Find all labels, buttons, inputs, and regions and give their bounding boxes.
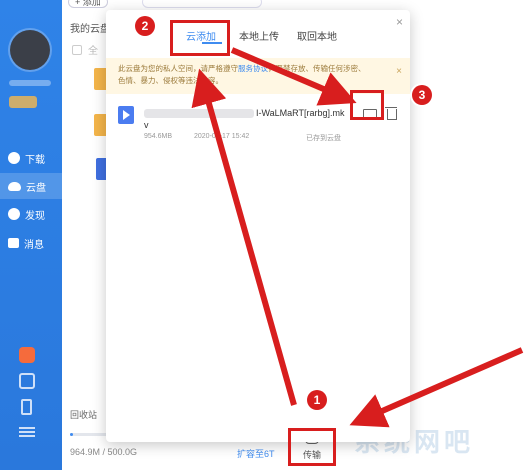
step-badge-3: 3	[412, 85, 432, 105]
highlight-cloud-add-tab	[170, 20, 230, 56]
highlight-transfer-button	[288, 428, 336, 466]
step-badge-1: 1	[307, 390, 327, 410]
arrow-to-folder-button	[230, 47, 357, 106]
highlight-folder-button	[350, 90, 384, 120]
arrow-to-transfer-button	[349, 347, 524, 428]
step-badge-2: 2	[135, 16, 155, 36]
arrow-to-cloud-add-tab	[191, 68, 297, 406]
annotation-arrows	[191, 47, 524, 428]
